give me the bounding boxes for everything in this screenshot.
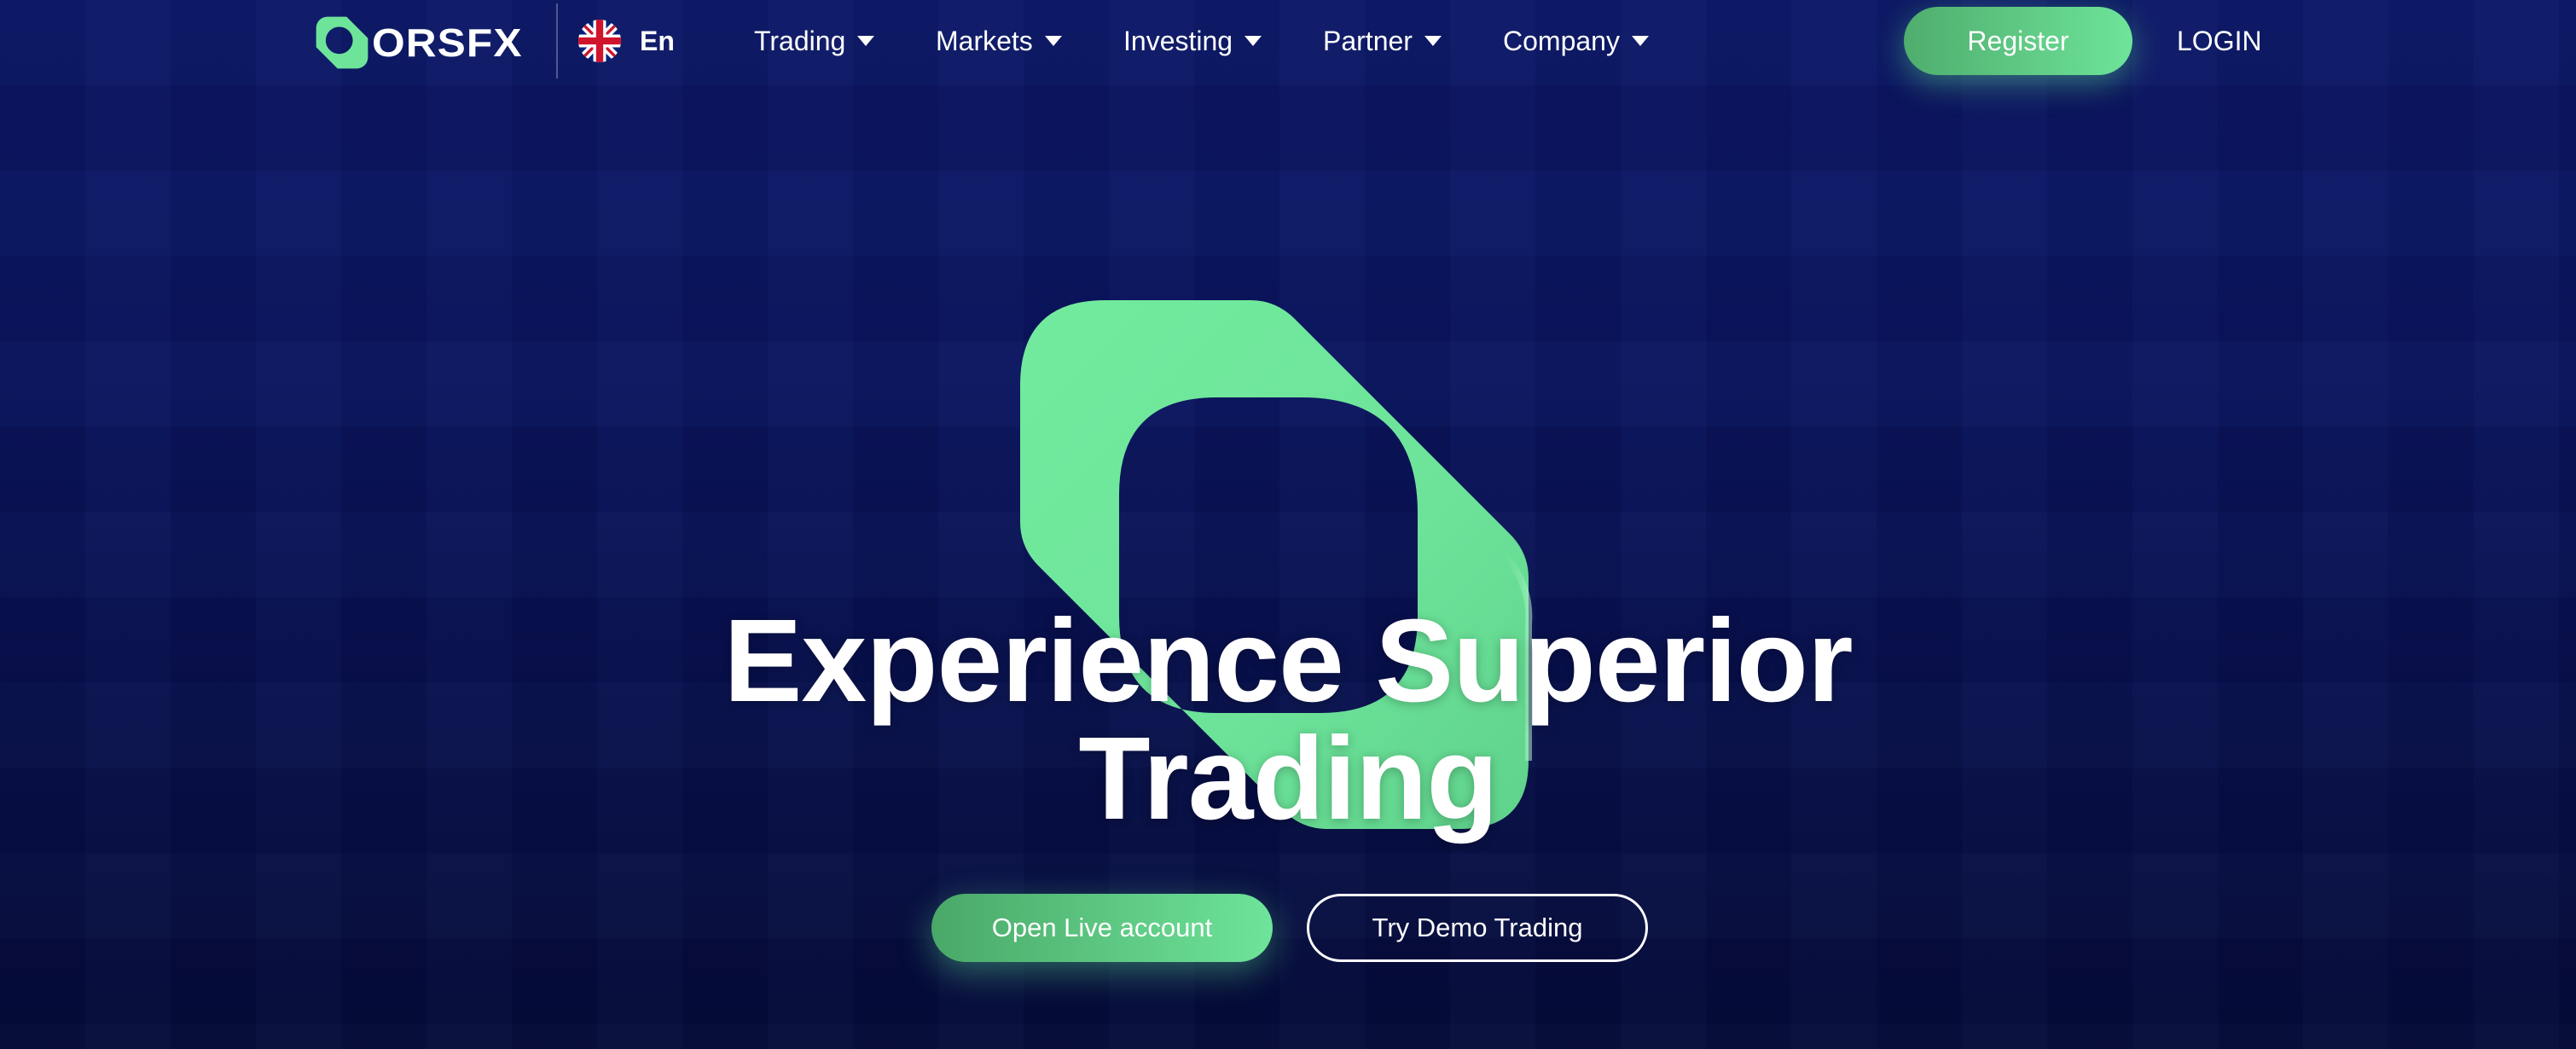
try-demo-trading-button[interactable]: Try Demo Trading [1307, 894, 1648, 962]
nav-item-investing[interactable]: Investing [1123, 19, 1262, 63]
language-selector[interactable]: En [578, 19, 675, 63]
brand-logo[interactable]: ORSFX [314, 12, 521, 73]
brand-name: ORSFX [372, 20, 523, 65]
chevron-down-icon [1044, 36, 1062, 46]
hero-title-line-1: Experience Superior [723, 595, 1853, 727]
nav-item-label: Investing [1123, 25, 1233, 56]
nav-item-label: Partner [1323, 25, 1413, 56]
hero-title: Experience Superior Trading [648, 602, 1928, 837]
uk-flag-icon [578, 20, 621, 62]
nav-item-label: Markets [936, 25, 1033, 56]
open-live-account-button[interactable]: Open Live account [931, 894, 1273, 962]
orsfx-logo-icon [316, 16, 368, 69]
chevron-down-icon [1244, 36, 1262, 46]
login-link[interactable]: LOGIN [2177, 19, 2262, 63]
nav-item-label: Company [1503, 25, 1620, 56]
top-navigation: ORSFX En Trading Markets Investing Partn… [0, 0, 2576, 85]
nav-item-markets[interactable]: Markets [936, 19, 1062, 63]
chevron-down-icon [857, 36, 875, 46]
register-button[interactable]: Register [1904, 7, 2132, 75]
nav-item-trading[interactable]: Trading [754, 19, 875, 63]
nav-item-partner[interactable]: Partner [1323, 19, 1442, 63]
chevron-down-icon [1631, 36, 1649, 46]
hero-title-line-2: Trading [1078, 713, 1498, 844]
language-label: En [640, 25, 675, 56]
nav-item-company[interactable]: Company [1503, 19, 1649, 63]
nav-divider [556, 3, 558, 78]
nav-item-label: Trading [754, 25, 846, 56]
chevron-down-icon [1424, 36, 1442, 46]
